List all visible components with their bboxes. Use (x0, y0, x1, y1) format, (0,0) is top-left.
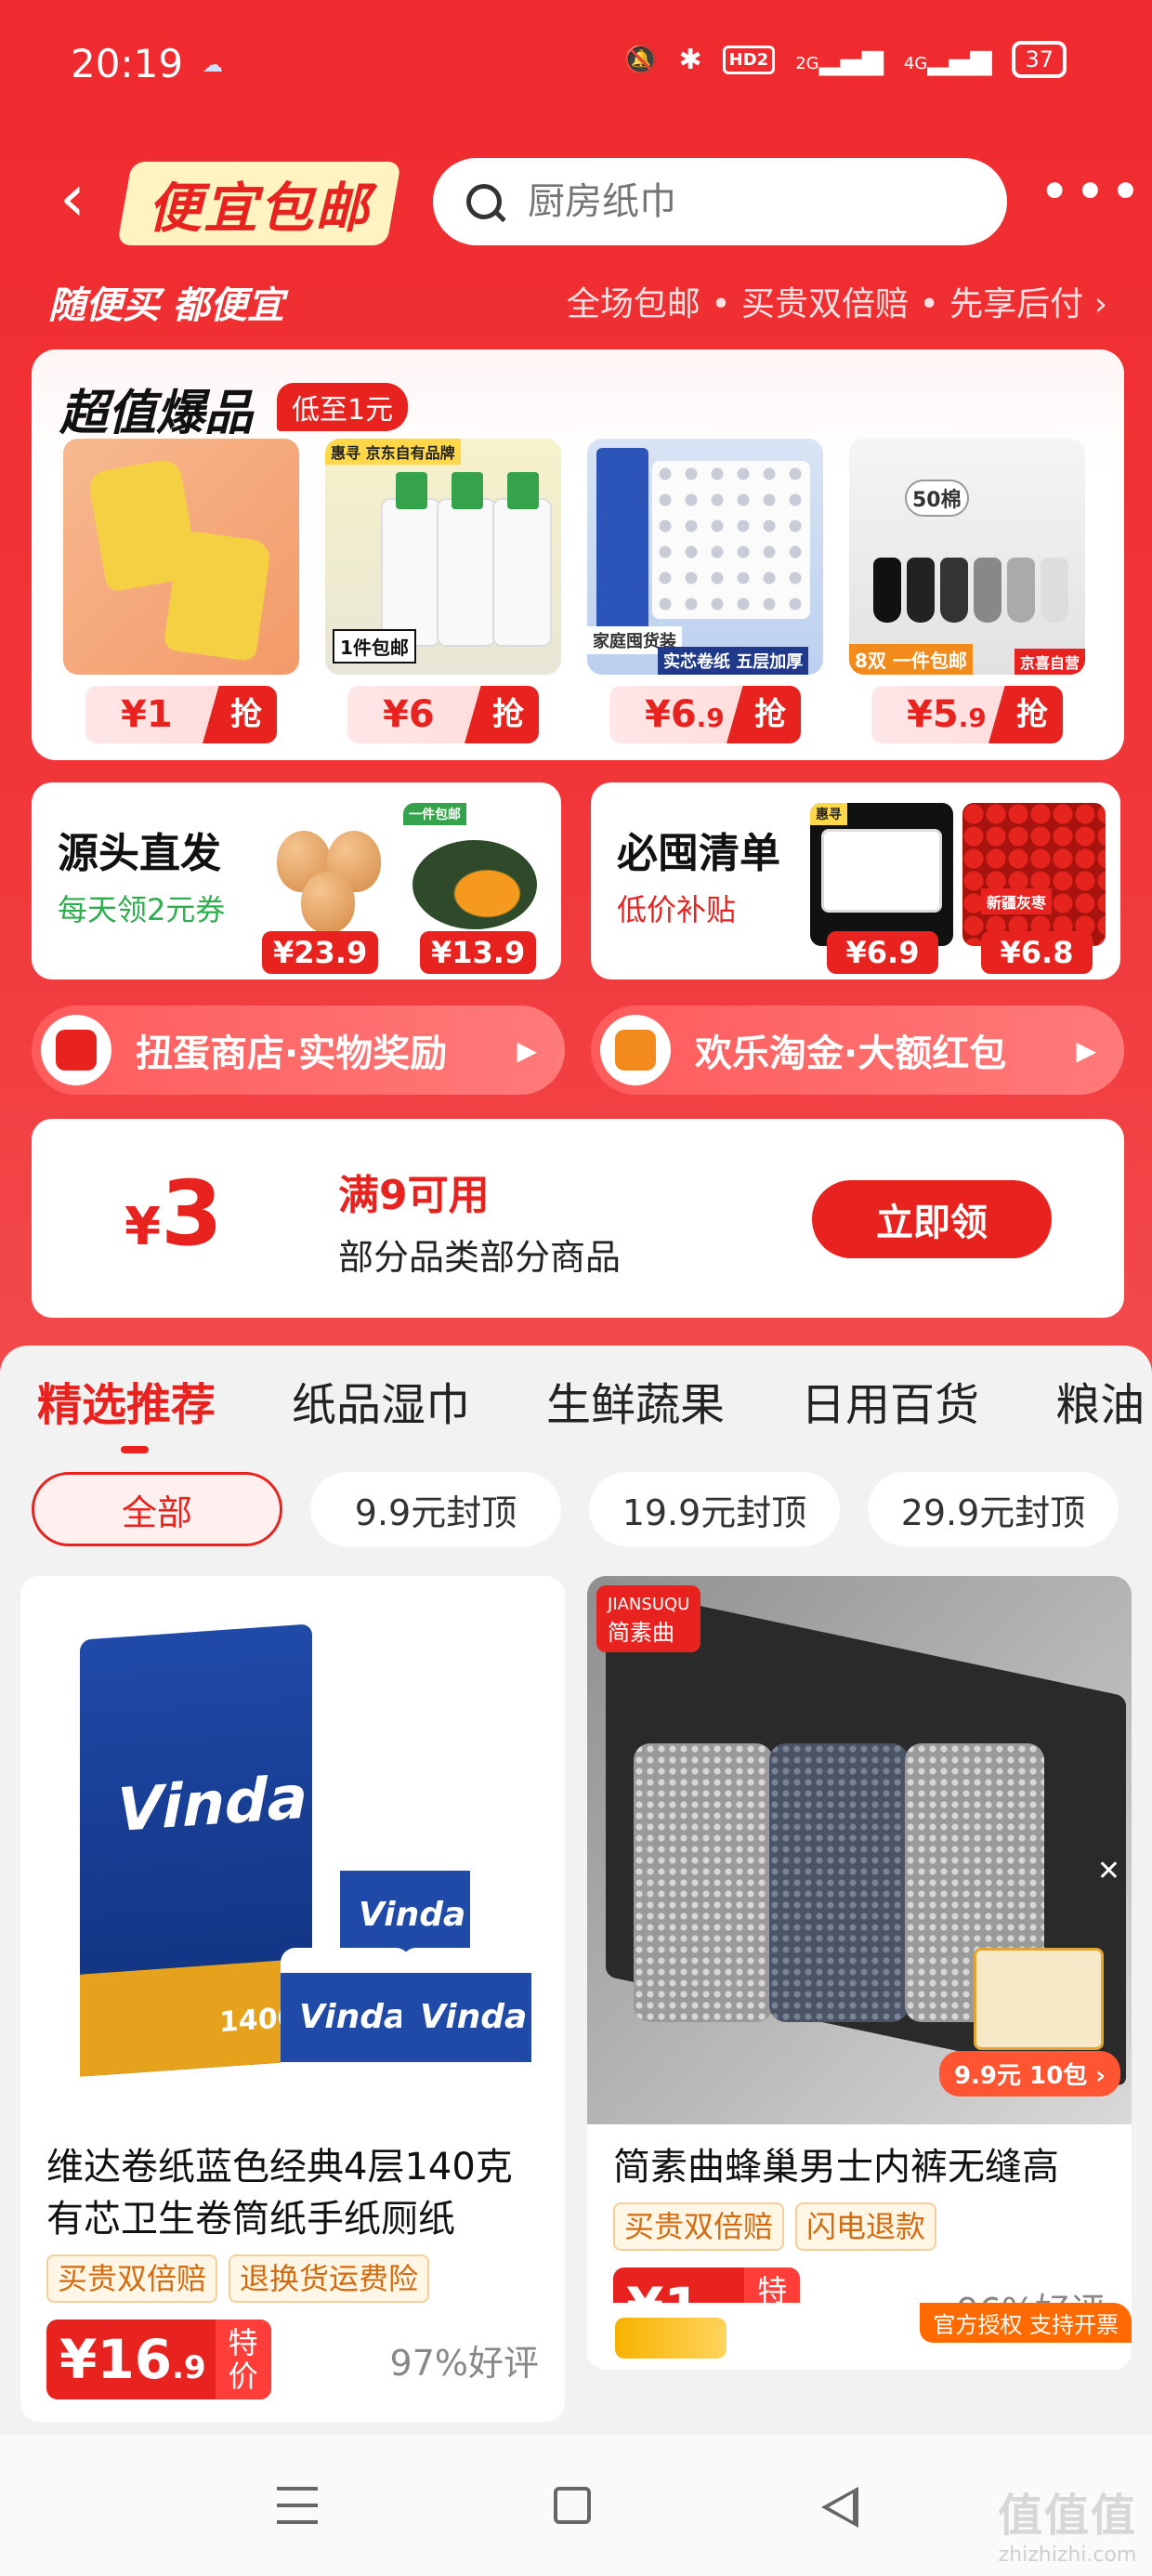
chip-all[interactable]: 全部 (32, 1472, 282, 1546)
gacha-shop-banner[interactable]: 扭蛋商店·实物奖励 ▶ (32, 1005, 565, 1095)
must-buy-title: 必囤清单 (617, 830, 780, 877)
service-badge: 闪电退款 (795, 2202, 937, 2251)
tab-grain-oil[interactable]: 粮油 (1055, 1368, 1145, 1433)
price: ¥23.9 (262, 931, 379, 974)
hot-item[interactable]: 家庭囤货装 实芯卷纸 五层加厚 ¥6.9 抢 (587, 439, 823, 743)
grab-button[interactable]: 抢 (465, 686, 539, 743)
more-menu-icon[interactable]: ••• (1039, 164, 1142, 229)
hot-item[interactable]: ¥1 抢 (63, 439, 299, 743)
price-filter-chips: 全部 9.9元封顶 19.9元封顶 29.9元封顶 (32, 1472, 1119, 1546)
coupon-card: ¥3 满9可用 部分品类部分商品 立即领 (32, 1119, 1124, 1318)
chip-19-9[interactable]: 19.9元封顶 (589, 1472, 840, 1546)
grab-button[interactable]: 抢 (988, 686, 1063, 743)
tab-daily[interactable]: 日用百货 (801, 1368, 979, 1433)
hot-deals-card: 超值爆品 低至1元 ¥1 抢 惠寻 京东自有品牌 1件包邮 ¥6 抢 家庭囤货装… (32, 349, 1124, 760)
grab-button[interactable]: 抢 (727, 686, 801, 743)
source-direct-title: 源头直发 (58, 830, 221, 877)
tab-fresh[interactable]: 生鲜蔬果 (546, 1368, 725, 1433)
product-image: JIANSUQU 简素曲 ✕ 9.9元 10包 › (587, 1576, 1132, 2124)
recent-apps-icon[interactable] (277, 2487, 318, 2524)
red-packet-icon (41, 1015, 111, 1085)
coupon-amount: ¥3 (124, 1162, 223, 1266)
product-card[interactable]: Vinda 1400 Vinda Vinda Vinda 维达卷纸蓝色经典4层14… (20, 1576, 565, 2422)
special-price-label: 特价 (215, 2320, 271, 2399)
brand-tag: JIANSUQU 简素曲 (596, 1585, 701, 1652)
product-image (63, 439, 299, 675)
must-buy-card[interactable]: 必囤清单 低价补贴 惠寻 新疆灰枣 ¥6.9 ¥6.8 (591, 782, 1120, 979)
product-image: Vinda 1400 Vinda Vinda Vinda (20, 1576, 565, 2124)
hot-deals-title: 超值爆品 (59, 386, 254, 441)
cloud-icon: ☁ (203, 54, 223, 77)
mute-icon: 🔕 (623, 43, 659, 76)
grab-button[interactable]: 抢 (203, 686, 277, 743)
price: ¥6 (383, 693, 435, 736)
product-card-partial[interactable]: 官方授权 支持开票 (587, 2303, 1132, 2359)
arrow-right-icon: ▶ (517, 1034, 537, 1066)
tab-recommended[interactable]: 精选推荐 (37, 1368, 216, 1453)
arrow-right-icon: ▶ (1076, 1034, 1096, 1066)
gift-icon (600, 1015, 671, 1085)
tab-paper[interactable]: 纸品湿巾 (292, 1368, 470, 1433)
price: ¥6.8 (981, 931, 1093, 974)
signal-2g-icon: 2G▂▄▆ (795, 43, 884, 76)
source-direct-card[interactable]: 源头直发 每天领2元券 一件包邮 ¥23.9 ¥13.9 (32, 782, 561, 979)
clock: 20:19 (71, 41, 184, 86)
service-badge: 买贵双倍赔 (613, 2202, 785, 2251)
status-bar: 20:19 ☁ 🔕 ✱ HD2 2G▂▄▆ 4G▂▄▆ 37 (0, 0, 1152, 139)
red-dates-image: 新疆灰枣 (962, 803, 1106, 946)
back-arrow-icon[interactable]: ‹ (59, 165, 111, 240)
source-direct-subtitle: 每天领2元券 (58, 892, 226, 927)
status-icons: 🔕 ✱ HD2 2G▂▄▆ 4G▂▄▆ 37 (623, 41, 1067, 78)
system-nav-bar: 值值值 zhizhizhi.com (0, 2435, 1152, 2576)
brand-logo: 便宜包邮 (117, 162, 401, 245)
price: ¥5.9 (907, 693, 987, 736)
price: ¥13.9 (420, 931, 537, 974)
battery-icon: 37 (1012, 41, 1067, 78)
product-image: 家庭囤货装 实芯卷纸 五层加厚 (587, 439, 823, 675)
service-perks-link[interactable]: 全场包邮 • 买贵双倍赔 • 先享后付 › (567, 277, 1107, 325)
eggs-image (255, 803, 398, 946)
ad-tissue-image (974, 1948, 1104, 2050)
eyelash-image: 惠寻 (810, 803, 953, 946)
product-feed: 精选推荐 纸品湿巾 生鲜蔬果 日用百货 粮油 全部 9.9元封顶 19.9元封顶… (0, 1346, 1152, 2435)
promo-bubble[interactable]: 9.9元 10包 › (938, 2051, 1120, 2096)
product-name: 简素曲蜂巢男士内裤无缝高 (613, 2146, 1059, 2188)
category-tabs: 精选推荐 纸品湿巾 生鲜蔬果 日用百货 粮油 (37, 1368, 1145, 1453)
coupon-condition: 满9可用 (338, 1172, 490, 1219)
official-auth-tag: 官方授权 支持开票 (920, 2303, 1132, 2343)
must-buy-subtitle: 低价补贴 (617, 892, 737, 927)
price: ¥6.9 (645, 693, 725, 736)
rating: 97%好评 (389, 2342, 539, 2384)
coupon-description: 部分品类部分商品 (338, 1237, 622, 1278)
bluetooth-icon: ✱ (678, 43, 702, 76)
close-icon[interactable]: ✕ (1097, 1855, 1120, 1887)
hot-item[interactable]: 惠寻 京东自有品牌 1件包邮 ¥6 抢 (325, 439, 561, 743)
gold-hunt-banner[interactable]: 欢乐淘金·大额红包 ▶ (591, 1005, 1124, 1095)
chip-29-9[interactable]: 29.9元封顶 (868, 1472, 1119, 1546)
product-name: 维达卷纸蓝色经典4层140克有芯卫生卷筒纸手纸厕纸 (46, 2146, 513, 2241)
slogan: 随便买 都便宜 (48, 284, 284, 327)
price: ¥1 (121, 693, 173, 736)
pumpkin-image: 一件包邮 (403, 803, 546, 946)
watermark: 值值值 zhizhizhi.com (997, 2490, 1137, 2567)
back-icon[interactable] (821, 2487, 858, 2528)
price: ¥6.9 (827, 931, 938, 974)
search-input[interactable] (528, 180, 955, 223)
search-bar[interactable] (433, 158, 1007, 245)
price-box: ¥16.9 特价 (46, 2320, 271, 2399)
product-image: 惠寻 京东自有品牌 1件包邮 (325, 439, 561, 675)
home-icon[interactable] (554, 2487, 591, 2524)
search-icon (466, 184, 502, 219)
signal-4g-icon: 4G▂▄▆ (903, 43, 992, 76)
service-badge: 买贵双倍赔 (46, 2254, 218, 2303)
service-badge: 退换货运费险 (229, 2254, 430, 2303)
chip-9-9[interactable]: 9.9元封顶 (310, 1472, 561, 1546)
hd-icon: HD2 (722, 45, 776, 74)
claim-coupon-button[interactable]: 立即领 (812, 1180, 1052, 1258)
hot-deals-tag: 低至1元 (277, 383, 409, 431)
hot-item[interactable]: 50棉 8双 一件包邮 京喜自营 ¥5.9 抢 (849, 439, 1085, 743)
product-image: 50棉 8双 一件包邮 京喜自营 (849, 439, 1085, 675)
product-card[interactable]: JIANSUQU 简素曲 ✕ 9.9元 10包 › 简素曲蜂巢男士内裤无缝高 买贵… (587, 1576, 1132, 2370)
